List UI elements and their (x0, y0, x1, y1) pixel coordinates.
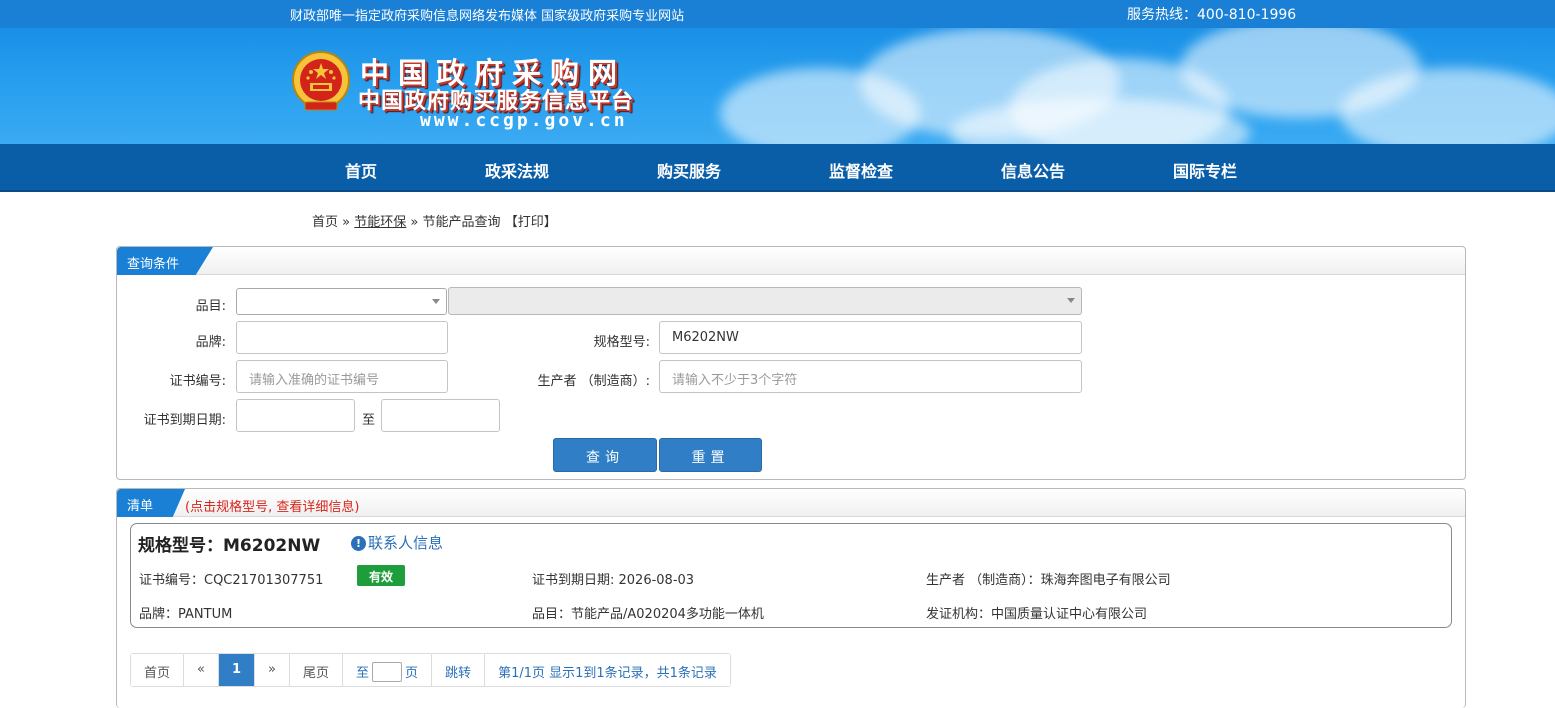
breadcrumb-separator: » (410, 215, 419, 230)
result-expiry-date: 证书到期日期: 2026-08-03 (532, 573, 695, 588)
page-summary: 第1/1页 显示1到1条记录，共1条记录 (485, 654, 730, 686)
result-manufacturer: 生产者 （制造商）：珠海奔图电子有限公司 (926, 573, 1171, 588)
breadcrumb-home[interactable]: 首页 (312, 215, 338, 230)
logo-url: www.ccgp.gov.cn (420, 110, 628, 131)
nav-international[interactable]: 国际专栏 (1173, 158, 1237, 182)
nav-supervision[interactable]: 监督检查 (829, 158, 893, 182)
manufacturer-label: 生产者 （制造商）: (537, 374, 650, 389)
chevron-down-icon (432, 299, 440, 304)
query-panel-tab: 查询条件 (117, 247, 213, 275)
list-hint: (点击规格型号, 查看详细信息) (185, 500, 360, 515)
breadcrumb-section-link[interactable]: 节能环保 (354, 215, 406, 230)
brand-input[interactable] (236, 321, 448, 354)
nav-announcements[interactable]: 信息公告 (1001, 158, 1065, 182)
cert-number-input[interactable]: 请输入准确的证书编号 (236, 360, 448, 393)
list-panel-tab: 清单 (117, 489, 185, 517)
page-number-input[interactable] (372, 662, 403, 682)
result-card (130, 523, 1452, 628)
result-model-link[interactable]: 规格型号：M6202NW (138, 531, 320, 556)
result-brand: 品牌：PANTUM (139, 607, 233, 622)
breadcrumb-separator: » (342, 215, 351, 230)
page-current[interactable]: 1 (218, 654, 256, 686)
result-cert-number: 证书编号：CQC21701307751 (139, 573, 324, 588)
nav-regulations[interactable]: 政采法规 (485, 158, 549, 182)
expiry-date-label: 证书到期日期: (143, 413, 226, 428)
page-goto-to: 至 (356, 666, 370, 681)
page-last[interactable]: 尾页 (290, 654, 344, 686)
service-hotline: 服务热线：400-810-1996 (1127, 7, 1297, 23)
chevron-down-icon (1067, 298, 1075, 303)
category-select[interactable] (236, 288, 447, 315)
search-button[interactable]: 查询 (553, 438, 657, 472)
brand-label: 品牌: (195, 335, 226, 350)
contact-info-link[interactable]: ! 联系人信息 (351, 532, 443, 553)
nav-purchase-services[interactable]: 购买服务 (657, 158, 721, 182)
result-issuer: 发证机构：中国质量认证中心有限公司 (926, 607, 1148, 622)
main-nav: 首页 政采法规 购买服务 监督检查 信息公告 国际专栏 (0, 144, 1555, 192)
category-label: 品目: (195, 299, 226, 314)
pagination: 首页 « 1 » 尾页 至页 跳转 第1/1页 显示1到1条记录，共1条记录 (130, 653, 731, 687)
model-label: 规格型号: (593, 335, 650, 350)
info-icon: ! (351, 536, 366, 551)
site-banner: 中国政府采购网 中国政府购买服务信息平台 www.ccgp.gov.cn (0, 28, 1555, 144)
result-category: 品目：节能产品/A020204多功能一体机 (532, 607, 764, 622)
page-goto: 至页 (343, 654, 433, 686)
print-link[interactable]: 【打印】 (505, 215, 557, 230)
page-first[interactable]: 首页 (131, 654, 185, 686)
reset-button[interactable]: 重置 (659, 438, 762, 472)
subcategory-select[interactable] (448, 287, 1082, 315)
page-next[interactable]: » (255, 654, 290, 686)
breadcrumb-current: 节能产品查询 (422, 215, 501, 230)
page-prev[interactable]: « (184, 654, 219, 686)
nav-home[interactable]: 首页 (345, 158, 377, 182)
model-input[interactable]: M6202NW (659, 321, 1082, 354)
national-emblem-icon (292, 51, 350, 111)
page-goto-unit: 页 (405, 666, 419, 681)
contact-info-label: 联系人信息 (368, 534, 444, 552)
date-range-to: 至 (361, 413, 375, 428)
top-bar: 财政部唯一指定政府采购信息网络发布媒体 国家级政府采购专业网站 服务热线：400… (0, 0, 1555, 28)
site-slogan: 财政部唯一指定政府采购信息网络发布媒体 国家级政府采购专业网站 (290, 9, 685, 24)
expiry-end-input[interactable] (381, 399, 500, 432)
status-badge: 有效 (357, 565, 405, 586)
expiry-start-input[interactable] (236, 399, 355, 432)
cert-number-label: 证书编号: (169, 374, 226, 389)
breadcrumb: 首页 » 节能环保 » 节能产品查询 【打印】 (312, 211, 557, 230)
manufacturer-input[interactable]: 请输入不少于3个字符 (659, 360, 1082, 393)
page-jump-button[interactable]: 跳转 (432, 654, 486, 686)
